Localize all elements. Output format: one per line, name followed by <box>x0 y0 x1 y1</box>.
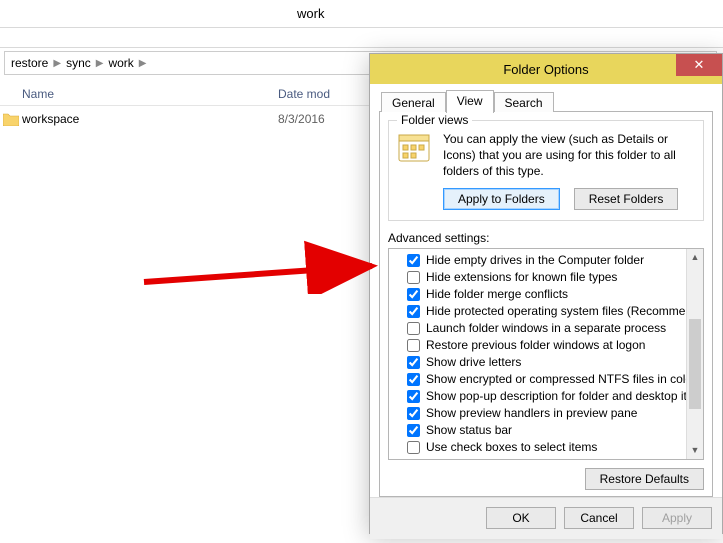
setting-item[interactable]: Launch folder windows in a separate proc… <box>391 320 684 337</box>
setting-item[interactable]: Show preview handlers in preview pane <box>391 405 684 422</box>
setting-label: Hide empty drives in the Computer folder <box>426 253 644 267</box>
setting-checkbox[interactable] <box>407 441 420 454</box>
setting-label: Hide protected operating system files (R… <box>426 304 686 318</box>
setting-label: Hide folder merge conflicts <box>426 287 568 301</box>
folder-views-icon <box>397 131 433 167</box>
dialog-title: Folder Options <box>503 62 588 77</box>
breadcrumb-seg[interactable]: work <box>108 56 133 70</box>
ok-button[interactable]: OK <box>486 507 556 529</box>
annotation-arrow <box>140 238 390 294</box>
cancel-button[interactable]: Cancel <box>564 507 634 529</box>
chevron-right-icon: ▶ <box>53 58 61 69</box>
tab-general[interactable]: General <box>381 92 446 112</box>
setting-label: Use check boxes to select items <box>426 440 597 454</box>
breadcrumb-seg[interactable]: sync <box>66 56 91 70</box>
advanced-settings-label: Advanced settings: <box>388 231 704 245</box>
setting-checkbox[interactable] <box>407 356 420 369</box>
setting-item[interactable]: Show encrypted or compressed NTFS files … <box>391 371 684 388</box>
col-name[interactable]: Name <box>0 87 278 101</box>
restore-defaults-button[interactable]: Restore Defaults <box>585 468 704 490</box>
setting-checkbox[interactable] <box>407 271 420 284</box>
setting-label: Show encrypted or compressed NTFS files … <box>426 372 686 386</box>
setting-label: Show pop-up description for folder and d… <box>426 389 686 403</box>
close-icon: ✕ <box>694 57 705 73</box>
apply-button[interactable]: Apply <box>642 507 712 529</box>
setting-item[interactable]: Show drive letters <box>391 354 684 371</box>
close-button[interactable]: ✕ <box>676 54 722 76</box>
scroll-thumb[interactable] <box>689 319 701 409</box>
setting-item[interactable]: Hide folder merge conflicts <box>391 286 684 303</box>
setting-checkbox[interactable] <box>407 288 420 301</box>
breadcrumb-seg[interactable]: restore <box>11 56 48 70</box>
setting-label: Launch folder windows in a separate proc… <box>426 321 666 335</box>
setting-label: Show status bar <box>426 423 512 437</box>
setting-item[interactable]: Show pop-up description for folder and d… <box>391 388 684 405</box>
setting-item[interactable]: Show status bar <box>391 422 684 439</box>
setting-checkbox[interactable] <box>407 373 420 386</box>
tab-strip: General View Search <box>379 90 713 112</box>
dialog-footer: OK Cancel Apply <box>370 497 722 539</box>
dialog-title-bar[interactable]: Folder Options ✕ <box>370 54 722 84</box>
setting-label: Hide extensions for known file types <box>426 270 617 284</box>
explorer-title: work <box>297 6 324 21</box>
reset-folders-button[interactable]: Reset Folders <box>574 188 679 210</box>
setting-checkbox[interactable] <box>407 305 420 318</box>
setting-item[interactable]: Use check boxes to select items <box>391 439 684 456</box>
setting-item[interactable]: Hide extensions for known file types <box>391 269 684 286</box>
folder-options-dialog: Folder Options ✕ General View Search Fol… <box>369 53 723 534</box>
tab-view[interactable]: View <box>446 90 494 113</box>
setting-checkbox[interactable] <box>407 339 420 352</box>
folder-icon <box>0 112 22 126</box>
apply-to-folders-button[interactable]: Apply to Folders <box>443 188 560 210</box>
tab-pane-view: Folder views You can apply t <box>379 111 713 497</box>
setting-checkbox[interactable] <box>407 390 420 403</box>
setting-item[interactable]: Restore previous folder windows at logon <box>391 337 684 354</box>
tab-search[interactable]: Search <box>494 92 554 112</box>
chevron-right-icon: ▶ <box>96 58 104 69</box>
setting-checkbox[interactable] <box>407 424 420 437</box>
scroll-up-icon[interactable]: ▲ <box>687 249 703 266</box>
scrollbar[interactable]: ▲ ▼ <box>686 249 703 459</box>
setting-label: Show preview handlers in preview pane <box>426 406 637 420</box>
setting-item[interactable]: Hide protected operating system files (R… <box>391 303 684 320</box>
advanced-settings-list: Hide empty drives in the Computer folder… <box>388 248 704 460</box>
folder-views-text: You can apply the view (such as Details … <box>443 131 695 180</box>
group-legend: Folder views <box>397 113 472 127</box>
explorer-title-bar: work <box>0 0 723 28</box>
ribbon-spacer <box>0 28 723 48</box>
setting-checkbox[interactable] <box>407 407 420 420</box>
setting-item[interactable]: Hide empty drives in the Computer folder <box>391 252 684 269</box>
setting-checkbox[interactable] <box>407 254 420 267</box>
folder-views-group: Folder views You can apply t <box>388 120 704 221</box>
chevron-right-icon: ▶ <box>139 58 147 69</box>
file-name: workspace <box>22 112 278 126</box>
setting-checkbox[interactable] <box>407 322 420 335</box>
scroll-down-icon[interactable]: ▼ <box>687 442 703 459</box>
setting-label: Show drive letters <box>426 355 521 369</box>
setting-label: Restore previous folder windows at logon <box>426 338 645 352</box>
